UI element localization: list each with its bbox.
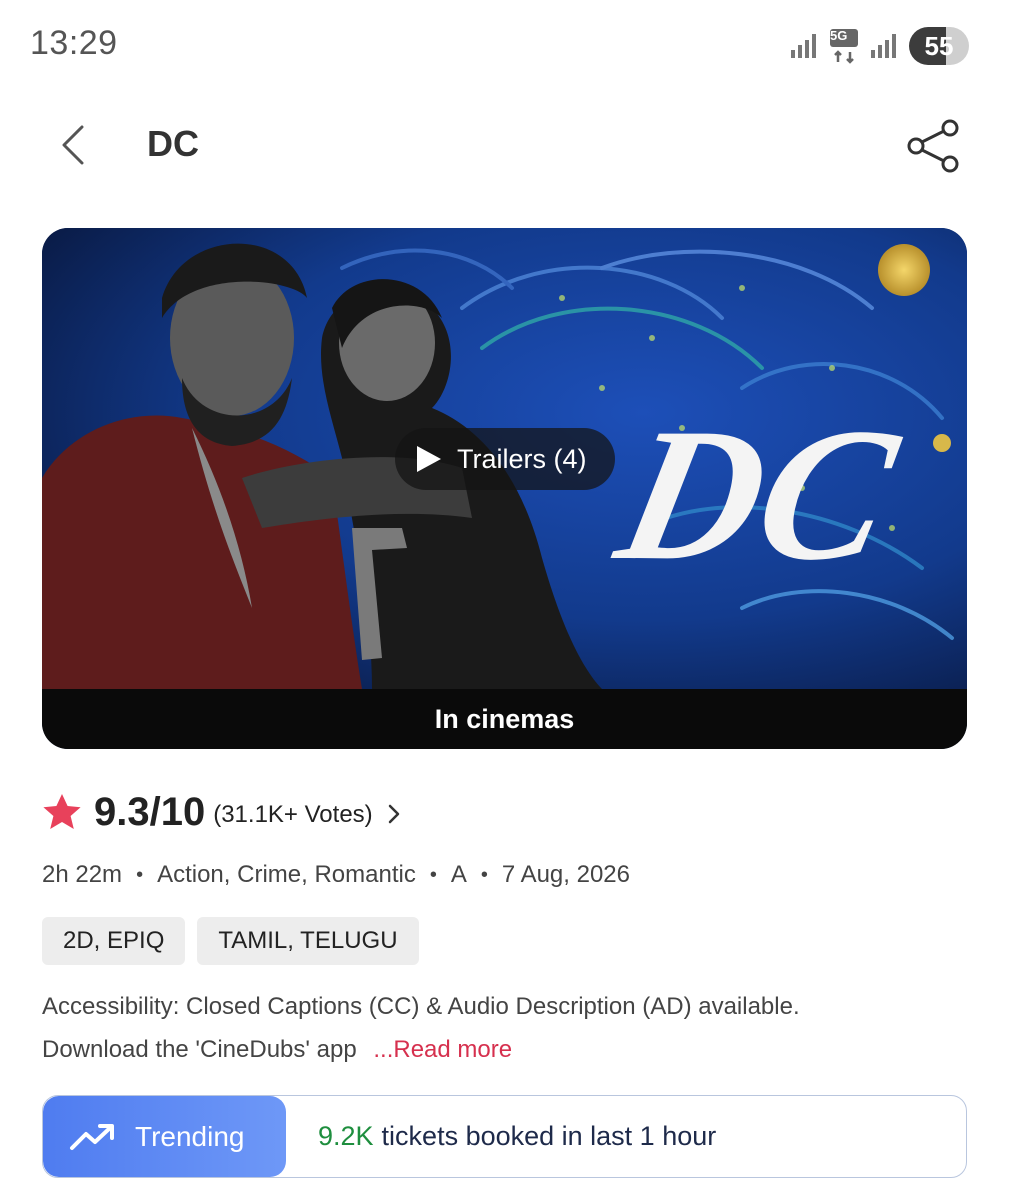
app-header: DC [0,95,1009,195]
signal-icon-2 [871,34,896,58]
language-tag: TAMIL, TELUGU [197,917,419,965]
format-tag: 2D, EPIQ [42,917,186,965]
description-line-2: Download the 'CineDubs' app ...Read more [42,1028,942,1071]
share-icon [907,119,959,173]
trending-badge: Trending [43,1096,286,1177]
chevron-left-icon [62,125,84,165]
release-date: 7 Aug, 2026 [501,861,630,888]
network-label: 5G [830,28,848,43]
trending-info: 9.2K tickets booked in last 1 hour [286,1096,716,1177]
trending-card: Trending 9.2K tickets booked in last 1 h… [42,1095,967,1178]
format-tags: 2D, EPIQ TAMIL, TELUGU [42,917,419,965]
status-icons: 5G 55 [789,26,969,66]
poster-logo: DC [601,389,914,600]
trailers-button[interactable]: Trailers (4) [395,428,615,490]
trending-up-icon [70,1123,114,1150]
chevron-right-icon [388,804,399,824]
rating-value: 9.3/10 [94,789,206,834]
trailers-label: Trailers (4) [457,443,587,474]
battery-indicator: 55 [909,27,969,65]
separator-dot: • [136,863,144,886]
in-cinemas-banner: In cinemas [42,689,967,749]
status-time: 13:29 [30,24,118,62]
star-icon [43,794,81,829]
description: Accessibility: Closed Captions (CC) & Au… [42,985,942,1071]
status-bar: 13:29 5G 55 [0,0,1009,90]
trending-label: Trending [135,1120,245,1152]
signal-icon [791,34,816,58]
separator-dot: • [429,863,437,886]
play-icon [417,446,441,472]
back-button[interactable] [48,117,98,173]
duration: 2h 22m [42,861,123,888]
share-button[interactable] [900,113,966,179]
trending-description: tickets booked in last 1 hour [381,1121,717,1151]
rating-row[interactable]: 9.3/10 (31.1K+ Votes) [42,786,401,838]
separator-dot: • [480,863,488,886]
movie-meta: 2h 22m • Action, Crime, Romantic • A • 7… [42,861,630,889]
tickets-count: 9.2K [318,1121,374,1151]
rating-votes: (31.1K+ Votes) [213,801,373,828]
page-title: DC [147,123,199,164]
description-line-1: Accessibility: Closed Captions (CC) & Au… [42,993,800,1020]
read-more-link[interactable]: ...Read more [373,1036,512,1063]
poster-card[interactable]: DC Trailers (4) In cinemas [42,228,967,749]
description-text: Download the 'CineDubs' app [42,1036,357,1063]
certificate: A [450,861,467,888]
genres: Action, Crime, Romantic [157,861,416,888]
